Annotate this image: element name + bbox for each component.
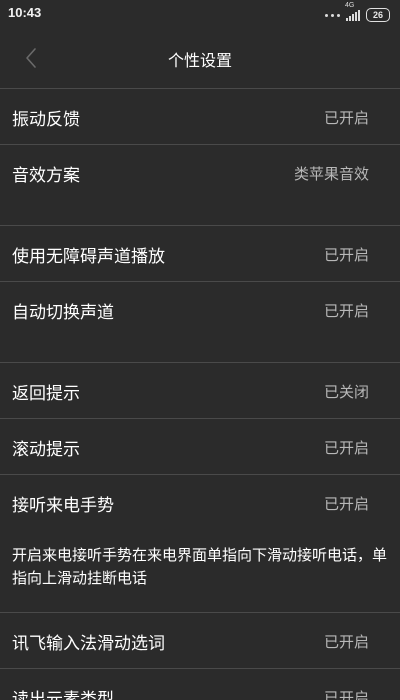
setting-value: 已开启 — [323, 439, 369, 457]
setting-label: 自动切换声道 — [12, 303, 114, 323]
setting-label: 返回提示 — [12, 384, 80, 404]
setting-label: 讯飞输入法滑动选词 — [12, 634, 165, 654]
status-time: 10:43 — [8, 5, 42, 20]
setting-value: 已开启 — [323, 689, 369, 700]
setting-value: 已开启 — [323, 302, 369, 320]
setting-label: 滚动提示 — [12, 440, 80, 460]
setting-value: 已开启 — [323, 633, 369, 651]
setting-row-auto-switch-channel[interactable]: 自动切换声道 已开启 — [0, 281, 400, 362]
setting-label: 读出元素类型 — [12, 690, 114, 700]
setting-value: 已开启 — [323, 495, 369, 513]
setting-label: 音效方案 — [12, 166, 80, 186]
settings-list: 振动反馈 已开启 音效方案 类苹果音效 使用无障碍声道播放 已开启 自动切换声道… — [0, 88, 400, 700]
setting-row-ifly-swipe-select[interactable]: 讯飞输入法滑动选词 已开启 — [0, 612, 400, 668]
setting-row-back-hint[interactable]: 返回提示 已关闭 — [0, 362, 400, 418]
cellular-signal-icon: 4G — [345, 2, 360, 21]
setting-label: 使用无障碍声道播放 — [12, 247, 165, 267]
setting-row-accessibility-channel[interactable]: 使用无障碍声道播放 已开启 — [0, 225, 400, 281]
notification-dots-icon — [325, 13, 340, 17]
setting-value: 已开启 — [323, 246, 369, 264]
setting-value: 已开启 — [323, 109, 369, 127]
status-bar: 10:43 4G 26 — [0, 0, 400, 30]
setting-row-scroll-hint[interactable]: 滚动提示 已开启 — [0, 418, 400, 474]
setting-label: 振动反馈 — [12, 110, 80, 130]
screen: 10:43 4G 26 个性设置 振动反馈 已开启 音效方案 类苹果音效 使用无… — [0, 0, 400, 700]
status-icons: 4G 26 — [325, 2, 390, 24]
battery-icon: 26 — [366, 8, 390, 22]
gesture-description: 开启来电接听手势在来电界面单指向下滑动接听电话，单指向上滑动挂断电话 — [12, 546, 388, 587]
network-type-label: 4G — [345, 2, 355, 9]
setting-value: 类苹果音效 — [293, 165, 369, 183]
setting-row-vibration-feedback[interactable]: 振动反馈 已开启 — [0, 88, 400, 144]
title-bar: 个性设置 — [0, 30, 400, 86]
setting-row-read-element-type[interactable]: 读出元素类型 已开启 — [0, 668, 400, 700]
setting-value: 已关闭 — [323, 383, 369, 401]
setting-label: 接听来电手势 — [12, 496, 114, 516]
setting-row-answer-call-gesture[interactable]: 接听来电手势 已开启 — [0, 474, 400, 530]
setting-row-sound-scheme[interactable]: 音效方案 类苹果音效 — [0, 144, 400, 225]
page-title: 个性设置 — [167, 51, 232, 70]
battery-level: 26 — [372, 10, 383, 20]
